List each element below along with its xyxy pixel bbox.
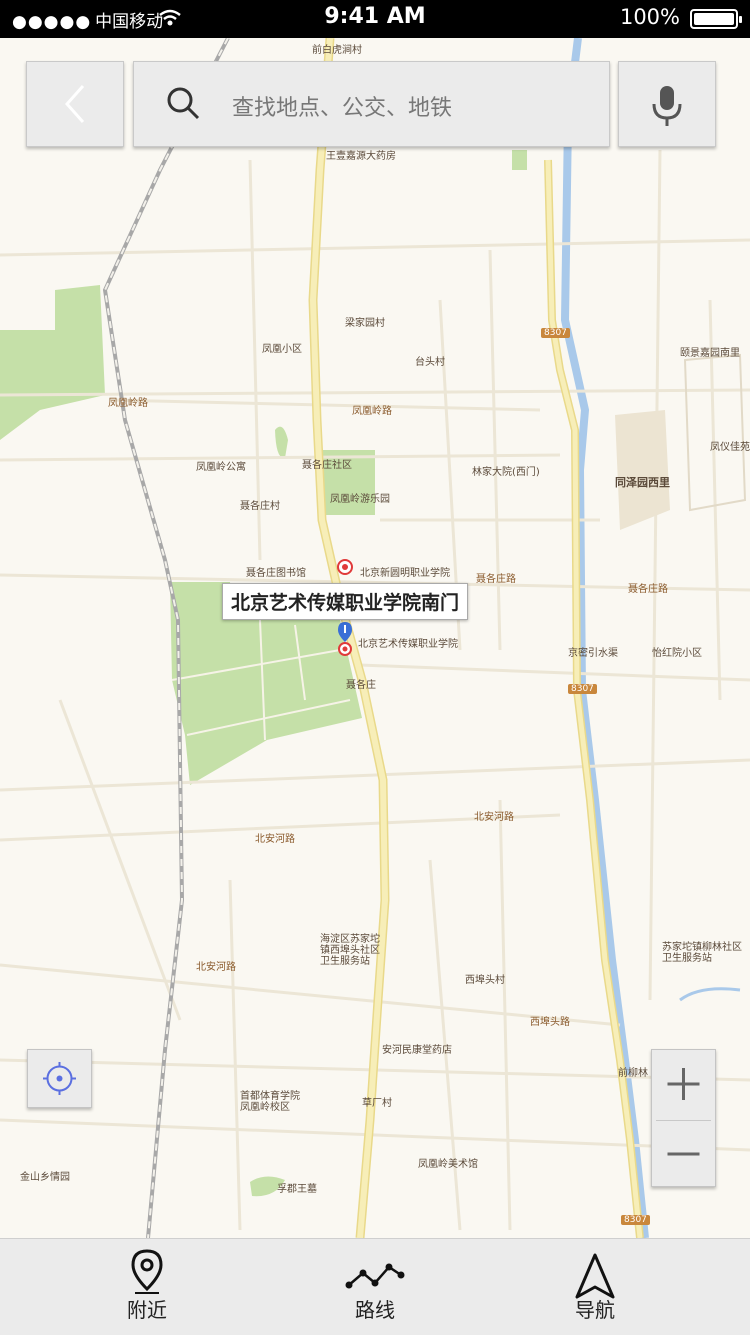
map-label: 林家大院(西门) xyxy=(472,467,540,478)
road-shield: 8307 xyxy=(568,684,597,694)
map-label: 海淀区苏家坨镇西埠头社区卫生服务站 xyxy=(320,934,380,967)
map-label: 西埠头村 xyxy=(465,975,505,986)
tab-nearby[interactable]: 附近 xyxy=(72,1239,222,1335)
map-label: 凤仪佳苑 xyxy=(710,442,750,453)
road-shield: 8307 xyxy=(621,1215,650,1225)
bottom-tab-bar: 附近 路线 导航 xyxy=(0,1238,750,1335)
battery-percent: 100% xyxy=(619,5,680,29)
tab-route[interactable]: 路线 xyxy=(300,1239,450,1335)
map-label: 首都体育学院凤凰岭校区 xyxy=(240,1091,300,1113)
microphone-icon xyxy=(652,86,682,126)
battery-icon xyxy=(690,9,742,29)
road-shield: 8307 xyxy=(541,328,570,338)
tab-navigation[interactable]: 导航 xyxy=(520,1239,670,1335)
map-label: 台头村 xyxy=(415,357,445,368)
search-icon xyxy=(167,87,200,120)
map-label: 北京艺术传媒职业学院 xyxy=(358,639,458,650)
tab-label: 附近 xyxy=(127,1298,167,1322)
map-label: 颐景嘉园南里 xyxy=(680,348,740,359)
poi-marker-icon[interactable] xyxy=(336,558,354,576)
location-pin-marker-icon[interactable] xyxy=(336,620,354,656)
map-label: 凤凰岭游乐园 xyxy=(330,494,390,505)
road-label: 凤凰岭路 xyxy=(108,398,148,409)
map-label: 聂各庄 xyxy=(346,680,376,691)
map-label: 王壹嘉源大药房 xyxy=(326,151,396,162)
road-label: 北安河路 xyxy=(255,834,295,845)
map-label: 安河民康堂药店 xyxy=(382,1045,452,1056)
chevron-left-icon xyxy=(64,85,85,123)
location-pin-icon xyxy=(131,1249,163,1294)
voice-search-button[interactable] xyxy=(618,61,716,147)
map-label: 金山乡情园 xyxy=(20,1172,70,1183)
map-label: 北京新圆明职业学院 xyxy=(360,568,450,579)
my-location-button[interactable] xyxy=(27,1049,92,1108)
tab-label: 路线 xyxy=(355,1298,395,1322)
map-label: 凤凰小区 xyxy=(262,344,302,355)
zoom-control xyxy=(651,1049,716,1187)
map-label: 苏家坨镇柳林社区卫生服务站 xyxy=(662,942,742,964)
route-icon xyxy=(345,1263,405,1289)
map-label: 凤凰岭美术馆 xyxy=(418,1159,478,1170)
search-input[interactable]: 查找地点、公交、地铁 xyxy=(232,90,452,122)
road-label: 凤凰岭路 xyxy=(352,406,392,417)
map-label: 前白虎涧村 xyxy=(312,45,362,56)
map-label: 同泽园西里 xyxy=(615,476,670,489)
road-label: 北安河路 xyxy=(474,812,514,823)
road-label: 北安河路 xyxy=(196,962,236,973)
map-label: 孚郡王墓 xyxy=(277,1184,317,1195)
tab-label: 导航 xyxy=(575,1298,615,1322)
map-label: 前柳林 xyxy=(618,1068,648,1079)
map-label: 京密引水渠 xyxy=(568,648,618,659)
selected-poi-callout[interactable]: 北京艺术传媒职业学院南门 xyxy=(222,583,469,620)
map-label: 凤凰岭公寓 xyxy=(196,462,246,473)
zoom-in-button[interactable] xyxy=(652,1050,715,1118)
zoom-out-button[interactable] xyxy=(652,1120,715,1188)
back-button[interactable] xyxy=(26,61,124,147)
status-bar: ●●●●● 中国移动 9:41 AM 100% xyxy=(0,0,750,38)
map-label: 梁家园村 xyxy=(345,318,385,329)
locate-icon xyxy=(43,1062,76,1095)
map-label: 草厂村 xyxy=(362,1098,392,1109)
road-label: 西埠头路 xyxy=(530,1017,570,1028)
map-label: 聂各庄村 xyxy=(240,501,280,512)
road-label: 聂各庄路 xyxy=(476,574,516,585)
map-label: 聂各庄社区 xyxy=(302,460,352,471)
map-view[interactable]: 前白虎涧村 王壹嘉源大药房 梁家园村 凤凰小区 台头村 凤凰岭路 凤凰岭路 聂各… xyxy=(0,38,750,1238)
map-label: 聂各庄图书馆 xyxy=(246,568,306,579)
search-bar[interactable]: 查找地点、公交、地铁 xyxy=(133,61,610,147)
map-label: 怡红院小区 xyxy=(652,648,702,659)
road-label: 聂各庄路 xyxy=(628,584,668,595)
